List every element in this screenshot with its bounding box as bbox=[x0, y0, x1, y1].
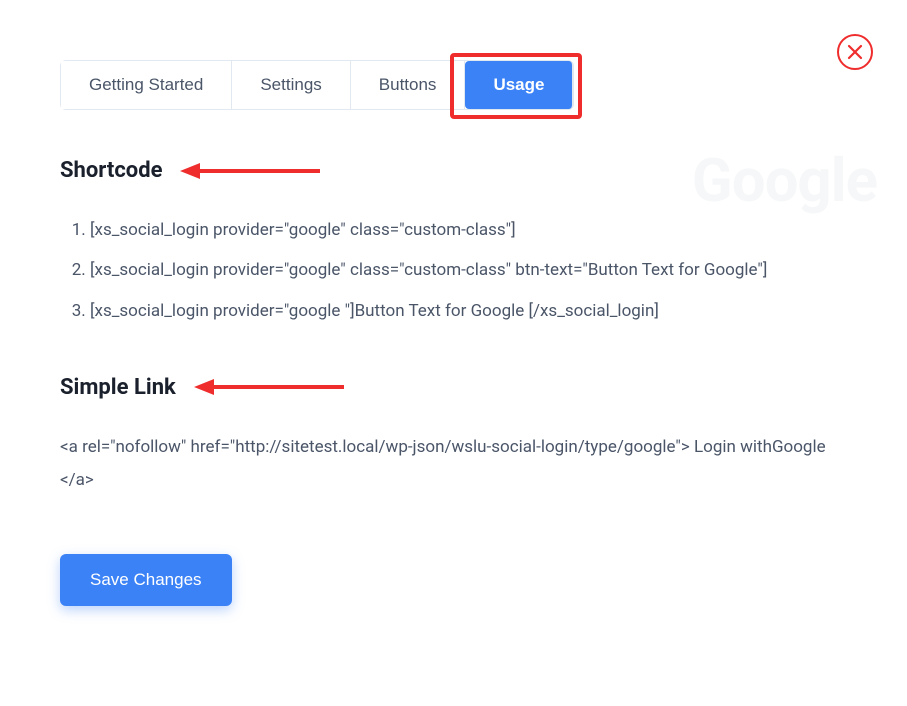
close-icon bbox=[847, 44, 863, 60]
simple-link-code: <a rel="nofollow" href="http://sitetest.… bbox=[60, 431, 847, 496]
annotation-arrow-icon bbox=[180, 159, 320, 187]
tab-buttons[interactable]: Buttons bbox=[351, 61, 466, 109]
shortcode-section: Shortcode [xs_social_login provider="goo… bbox=[60, 158, 847, 327]
shortcode-item-2: [xs_social_login provider="google" class… bbox=[90, 255, 847, 286]
save-changes-button[interactable]: Save Changes bbox=[60, 554, 232, 606]
shortcode-heading: Shortcode bbox=[60, 158, 162, 183]
shortcode-list: [xs_social_login provider="google" class… bbox=[60, 215, 847, 327]
close-button[interactable] bbox=[837, 34, 873, 70]
tab-getting-started[interactable]: Getting Started bbox=[61, 61, 232, 109]
simple-link-section: Simple Link <a rel="nofollow" href="http… bbox=[60, 375, 847, 496]
shortcode-item-3: [xs_social_login provider="google "]Butt… bbox=[90, 296, 847, 327]
tab-settings[interactable]: Settings bbox=[232, 61, 350, 109]
shortcode-item-1: [xs_social_login provider="google" class… bbox=[90, 215, 847, 246]
tabs-container: Getting Started Settings Buttons Usage bbox=[60, 60, 574, 110]
tab-usage[interactable]: Usage bbox=[465, 61, 573, 109]
annotation-arrow-icon bbox=[194, 375, 344, 403]
simple-link-heading: Simple Link bbox=[60, 375, 176, 400]
